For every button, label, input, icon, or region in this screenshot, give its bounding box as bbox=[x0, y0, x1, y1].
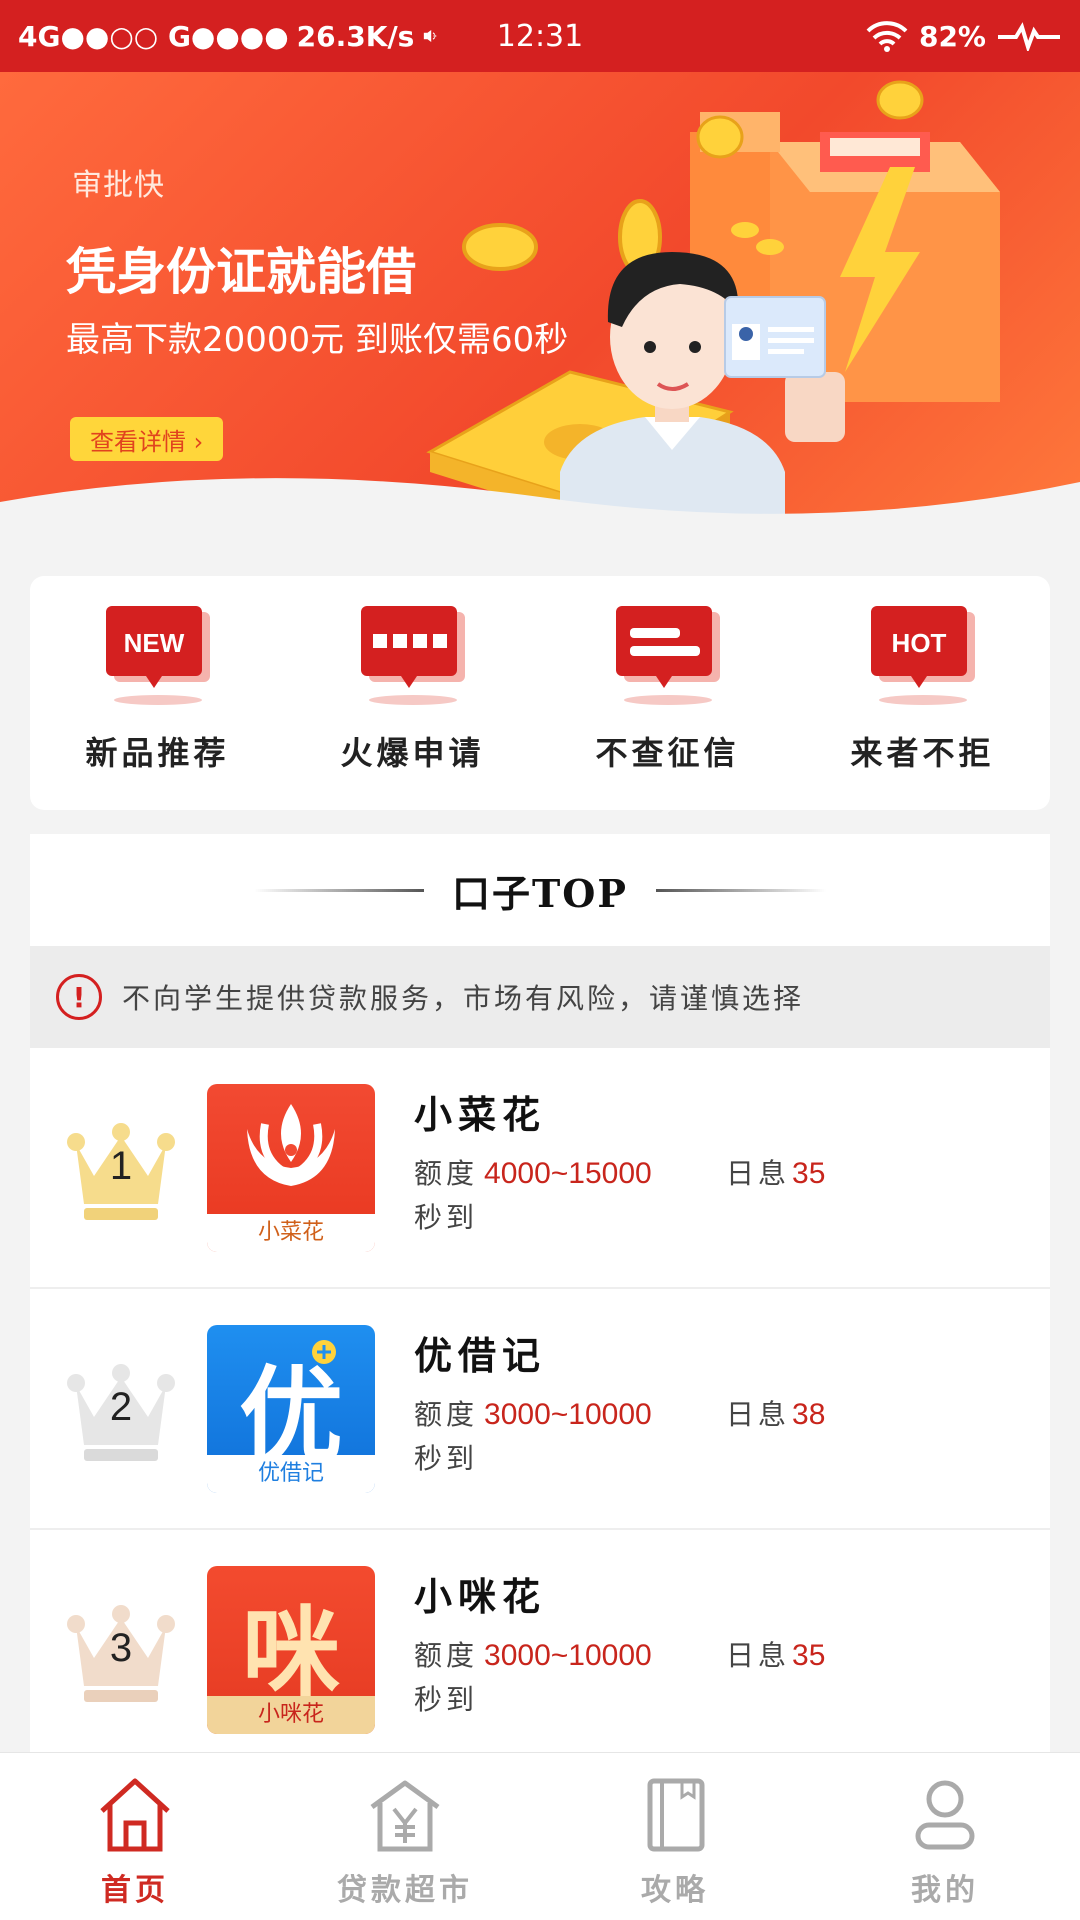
wifi-icon bbox=[866, 21, 908, 52]
youjieji-logo[interactable]: 优 优借记 bbox=[207, 1325, 375, 1493]
category-label: 火爆申请 bbox=[340, 734, 485, 772]
daily-interest: 日息35 bbox=[726, 1157, 826, 1190]
hot-badge-icon: HOT bbox=[870, 606, 975, 705]
arrival-speed: 秒到 bbox=[414, 1683, 479, 1716]
notice-text: 不向学生提供贷款服务，市场有风险，请谨慎选择 bbox=[122, 982, 805, 1015]
category-hot-apply[interactable]: 火爆申请 bbox=[285, 576, 540, 810]
category-label: 不查征信 bbox=[595, 734, 740, 772]
rank-number: 3 bbox=[109, 1626, 133, 1670]
risk-notice: ! 不向学生提供贷款服务，市场有风险，请谨慎选择 bbox=[30, 946, 1050, 1048]
header-divider-left bbox=[254, 888, 425, 892]
app-name: 小咪花 bbox=[414, 1574, 547, 1619]
list-item[interactable]: 3 咪 小咪花 小咪花 额度 3000~10000 日息35 秒到 bbox=[30, 1530, 1050, 1771]
nav-guide[interactable]: 攻略 bbox=[540, 1753, 810, 1920]
warning-icon: ! bbox=[56, 974, 102, 1020]
nav-mine[interactable]: 我的 bbox=[810, 1753, 1080, 1920]
user-icon bbox=[915, 1780, 975, 1850]
loan-limit: 额度 3000~10000 bbox=[414, 1639, 652, 1672]
list-title: 口子TOP bbox=[452, 870, 628, 916]
category-new-products[interactable]: NEW 新品推荐 bbox=[30, 576, 285, 810]
app-screen: 4G●●○○ G●●●● 26.3K/s 12:31 82% 审批快 凭身份证就… bbox=[0, 0, 1080, 1920]
promo-banner[interactable]: 审批快 凭身份证就能借 最高下款20000元 到账仅需60秒 查看详情 › bbox=[0, 72, 1080, 552]
bottom-nav: 首页 贷款超市 攻略 我的 bbox=[0, 1752, 1080, 1920]
category-all-welcome[interactable]: HOT 来者不拒 bbox=[795, 576, 1050, 810]
daily-interest: 日息38 bbox=[726, 1398, 826, 1431]
loan-limit: 额度 3000~10000 bbox=[414, 1398, 652, 1431]
list-header: 口子TOP bbox=[30, 834, 1050, 946]
logo-caption: 小菜花 bbox=[207, 1214, 375, 1252]
logo-glyph: 咪 bbox=[241, 1597, 340, 1711]
logo-caption: 小咪花 bbox=[207, 1696, 375, 1734]
rank-number: 2 bbox=[109, 1385, 133, 1429]
battery-level: 82% bbox=[918, 19, 986, 53]
ranking-list: 口子TOP ! 不向学生提供贷款服务，市场有风险，请谨慎选择 1 小菜花 小菜花… bbox=[30, 834, 1050, 1834]
message-badge-icon bbox=[615, 606, 720, 705]
banner-brand: 审批快 bbox=[72, 168, 165, 203]
new-badge-icon: NEW bbox=[105, 606, 210, 705]
app-name: 小菜花 bbox=[414, 1092, 547, 1137]
hot-badge-text: HOT bbox=[891, 628, 946, 658]
arrival-speed: 秒到 bbox=[414, 1201, 479, 1234]
daily-interest: 日息35 bbox=[726, 1639, 826, 1672]
nav-label: 攻略 bbox=[641, 1873, 709, 1908]
nav-label: 首页 bbox=[101, 1873, 169, 1908]
status-bar: 4G●●○○ G●●●● 26.3K/s 12:31 82% bbox=[0, 0, 1080, 72]
header-divider-right bbox=[655, 888, 826, 892]
dots-badge-icon bbox=[360, 606, 465, 705]
app-name: 优借记 bbox=[414, 1333, 547, 1378]
list-item[interactable]: 2 优 优借记 优借记 额度 3000~10000 日息38 秒到 bbox=[30, 1289, 1050, 1530]
network-speed: 26.3K/s bbox=[296, 19, 415, 53]
flower-icon bbox=[247, 1104, 335, 1186]
list-item[interactable]: 1 小菜花 小菜花 额度 4000~15000 日息35 秒到 bbox=[30, 1048, 1050, 1289]
banner-wave bbox=[0, 478, 1080, 552]
book-icon bbox=[647, 1778, 705, 1852]
nav-label: 贷款超市 bbox=[337, 1873, 473, 1908]
nav-home[interactable]: 首页 bbox=[0, 1753, 270, 1920]
rank-number: 1 bbox=[109, 1144, 133, 1188]
xiaocaihua-logo[interactable]: 小菜花 bbox=[207, 1084, 375, 1252]
banner-title: 凭身份证就能借 bbox=[66, 243, 416, 301]
xiaomihua-logo[interactable]: 咪 小咪花 bbox=[207, 1566, 375, 1734]
vibrate-icon bbox=[424, 30, 437, 42]
charging-icon bbox=[998, 22, 1060, 51]
category-no-credit-check[interactable]: 不查征信 bbox=[540, 576, 795, 810]
home-icon bbox=[100, 1778, 170, 1852]
plus-badge-icon bbox=[312, 1340, 336, 1364]
logo-caption: 优借记 bbox=[207, 1455, 375, 1493]
new-badge-text: NEW bbox=[123, 628, 184, 658]
nav-label: 我的 bbox=[911, 1873, 979, 1908]
network-status: 4G●●○○ G●●●● 26.3K/s bbox=[18, 20, 438, 53]
market-icon bbox=[370, 1780, 440, 1852]
arrival-speed: 秒到 bbox=[414, 1442, 479, 1475]
category-label: 来者不拒 bbox=[850, 734, 995, 772]
network-indicator: 4G●●○○ G●●●● bbox=[18, 19, 289, 53]
system-status: 82% bbox=[865, 19, 1062, 53]
banner-subtitle: 最高下款20000元 到账仅需60秒 bbox=[66, 320, 569, 360]
category-shortcuts: NEW 新品推荐 火爆申请 不查征信 HOT 来者不拒 bbox=[30, 576, 1050, 810]
nav-loan-market[interactable]: 贷款超市 bbox=[270, 1753, 540, 1920]
loan-limit: 额度 4000~15000 bbox=[414, 1157, 652, 1190]
view-details-button[interactable]: 查看详情 › bbox=[70, 417, 224, 461]
category-label: 新品推荐 bbox=[85, 734, 230, 772]
